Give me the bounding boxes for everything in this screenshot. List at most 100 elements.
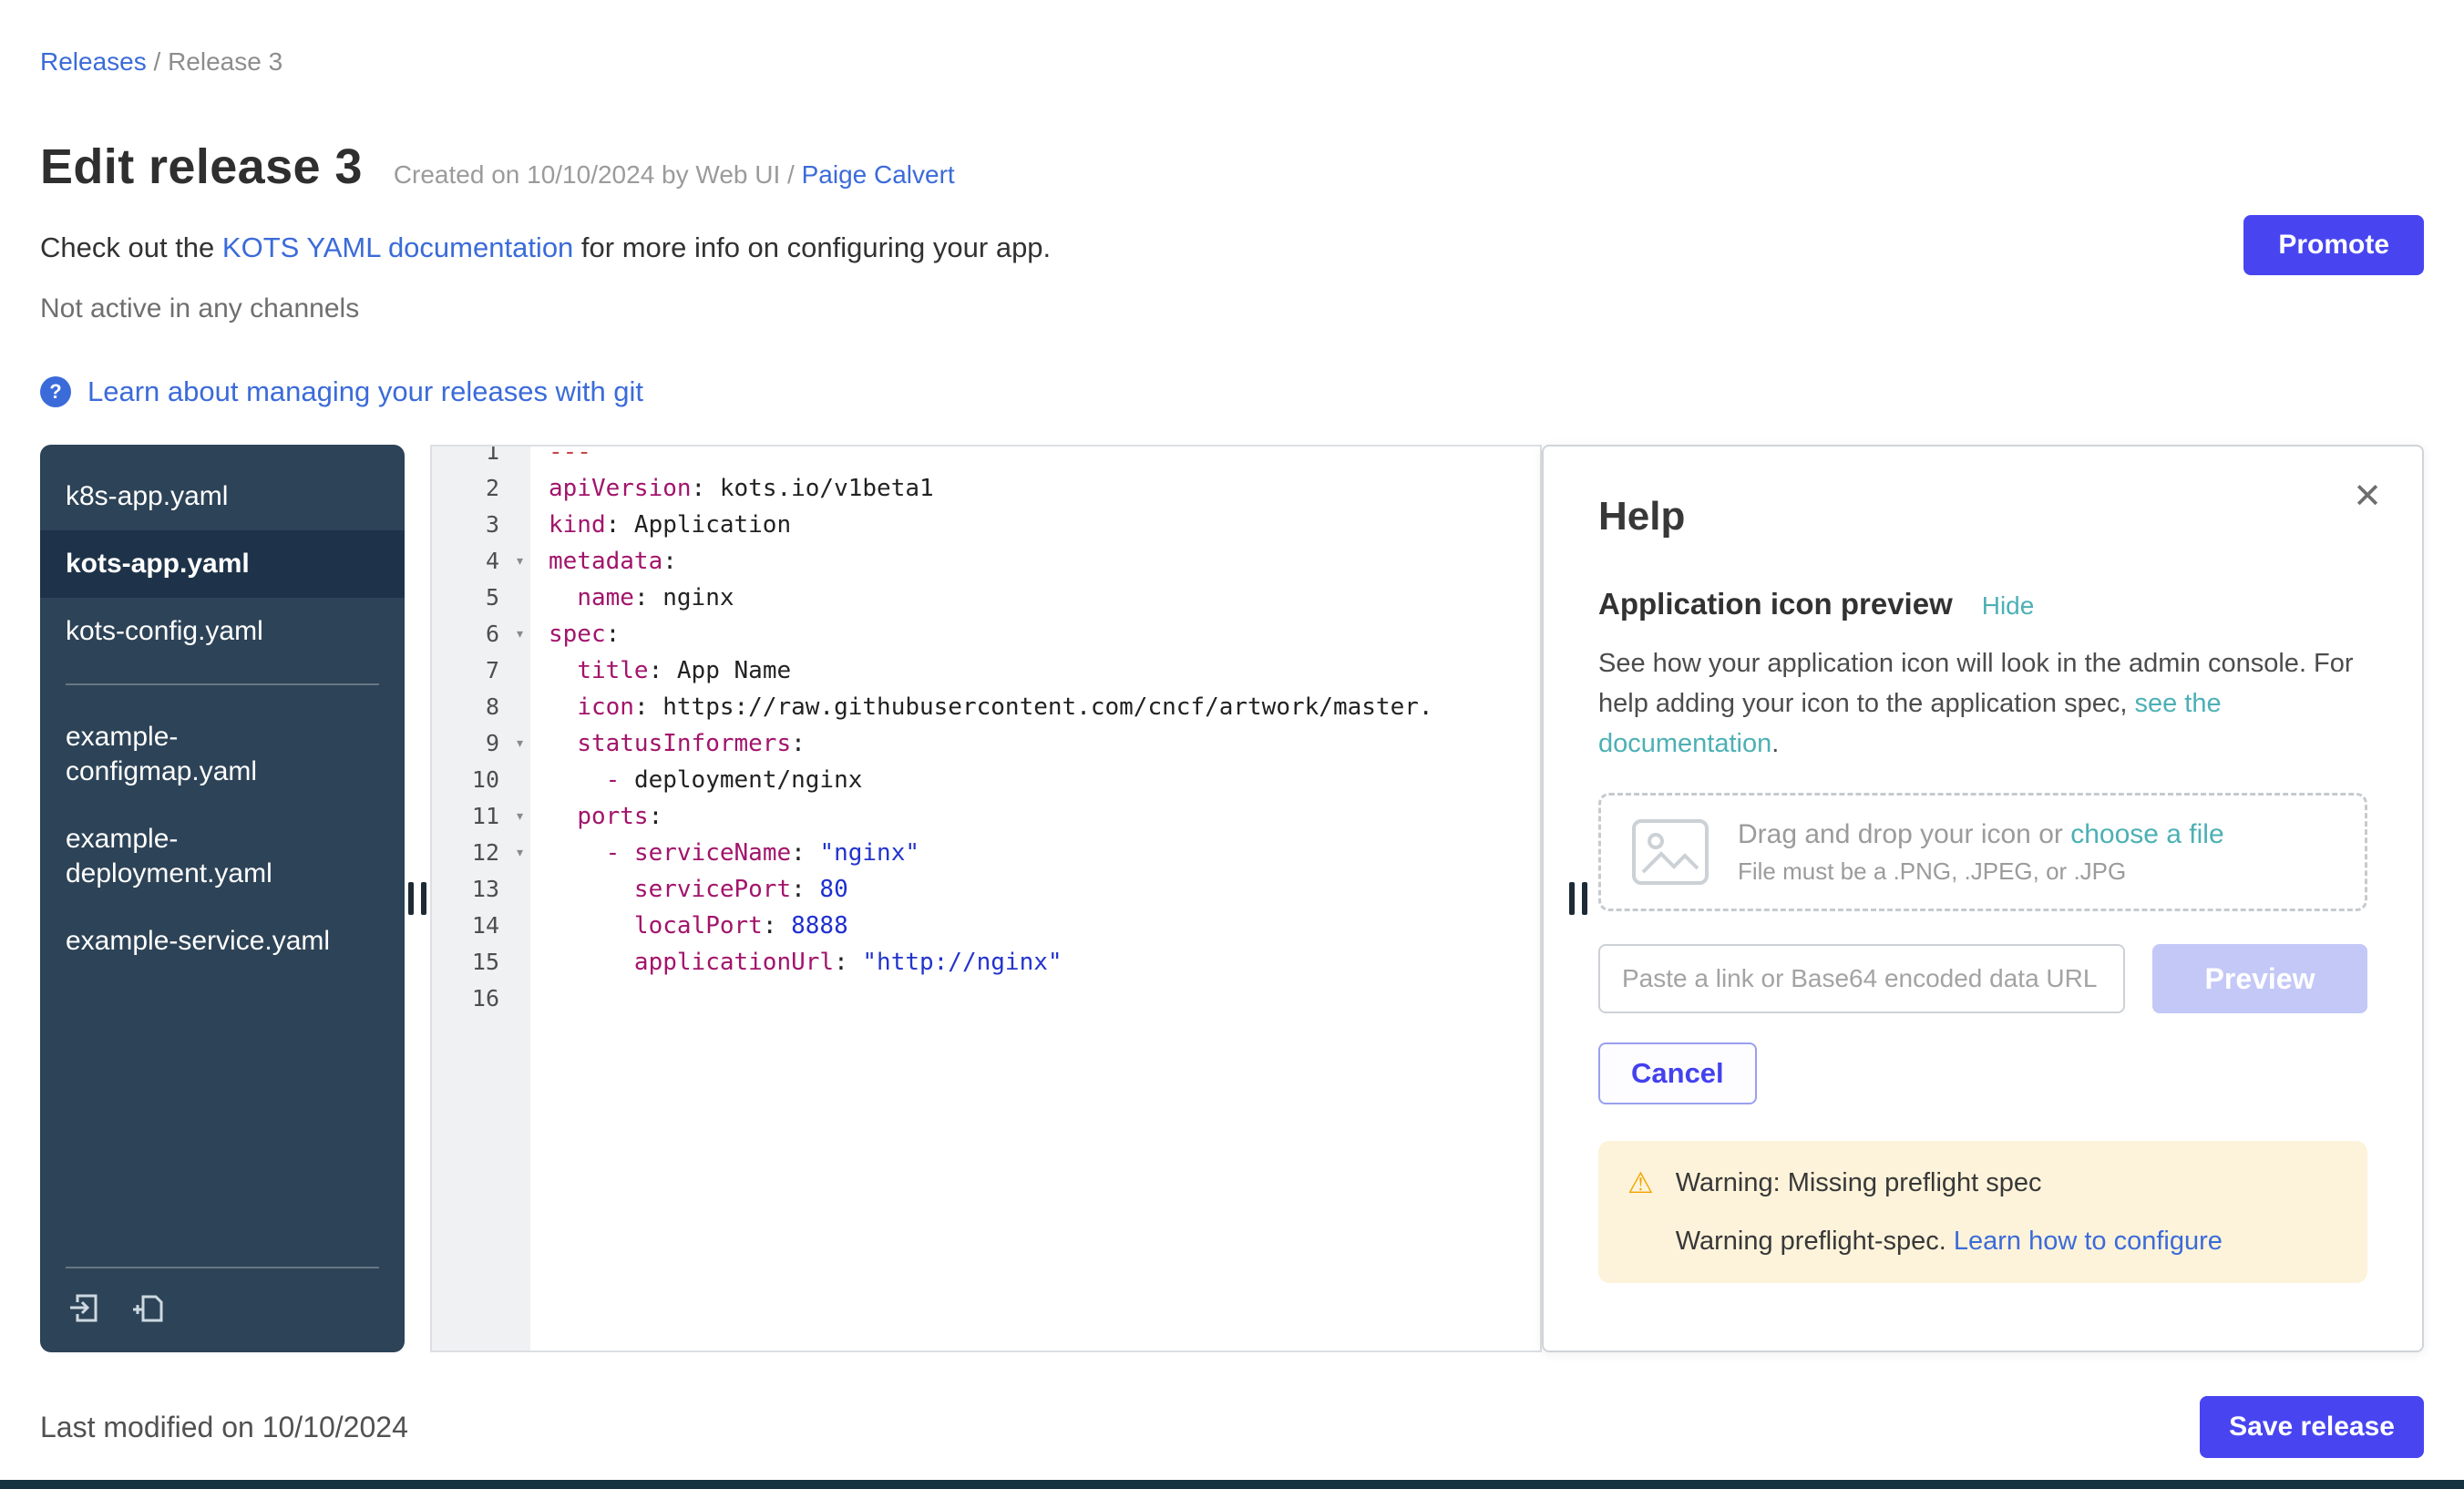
docs-row: Check out the KOTS YAML documentation fo…	[40, 231, 2424, 264]
code-line[interactable]: applicationUrl: "http://nginx"	[549, 944, 1540, 981]
help-panel-title: Help	[1598, 494, 2367, 539]
image-placeholder-icon	[1630, 817, 1710, 887]
breadcrumb-current: Release 3	[168, 47, 282, 76]
close-icon[interactable]: ✕	[2353, 479, 2382, 514]
code-fold-icon[interactable]: ▾	[515, 798, 525, 835]
gutter-line-number: 14	[432, 908, 530, 944]
sidebar-editor-gap	[405, 445, 430, 1352]
code-line[interactable]: spec:	[549, 616, 1540, 652]
code-line[interactable]: kind: Application	[549, 507, 1540, 543]
code-line[interactable]: ports:	[549, 798, 1540, 835]
docs-suffix: for more info on configuring your app.	[573, 231, 1051, 263]
code-line[interactable]: apiVersion: kots.io/v1beta1	[549, 470, 1540, 507]
page-title: Edit release 3	[40, 139, 363, 195]
file-tree-examples-list: example-configmap.yamlexample-deployment…	[40, 703, 405, 975]
learn-how-to-configure-link[interactable]: Learn how to configure	[1954, 1227, 2223, 1256]
file-tree-item[interactable]: example-configmap.yaml	[40, 703, 405, 806]
pane-resize-handle-right[interactable]	[1569, 882, 1587, 915]
gutter-line-number: 2	[432, 470, 530, 507]
file-tree-item[interactable]: example-service.yaml	[40, 908, 405, 975]
code-line[interactable]: ---	[549, 447, 1540, 470]
gutter-line-number: 3	[432, 507, 530, 543]
gutter-line-number: 1	[432, 447, 530, 470]
dropzone-file-types: File must be a .PNG, .JPEG, or .JPG	[1738, 857, 2224, 886]
created-meta: Created on 10/10/2024 by Web UI / Paige …	[394, 160, 955, 190]
gutter-line-number: 15	[432, 944, 530, 981]
code-line[interactable]	[549, 981, 1540, 1017]
title-row: Edit release 3 Created on 10/10/2024 by …	[40, 139, 2424, 195]
file-tree-primary-list: k8s-app.yamlkots-app.yamlkots-config.yam…	[40, 463, 405, 665]
warning-title: Warning: Missing preflight spec	[1676, 1165, 2223, 1201]
file-tree-item[interactable]: example-deployment.yaml	[40, 806, 405, 908]
gutter-line-number: 12▾	[432, 835, 530, 871]
file-tree: k8s-app.yamlkots-app.yamlkots-config.yam…	[40, 445, 405, 1352]
file-tree-footer	[40, 1267, 405, 1352]
gutter-line-number: 11▾	[432, 798, 530, 835]
editor-gutter: 1234▾56▾789▾1011▾12▾13141516	[432, 447, 530, 1350]
code-fold-icon[interactable]: ▾	[515, 616, 525, 652]
last-modified-text: Last modified on 10/10/2024	[40, 1411, 408, 1444]
gutter-line-number: 6▾	[432, 616, 530, 652]
code-line[interactable]: icon: https://raw.githubusercontent.com/…	[549, 689, 1540, 725]
editor-code-area[interactable]: ---apiVersion: kots.io/v1beta1kind: Appl…	[530, 447, 1540, 1350]
created-text: Created on 10/10/2024 by Web UI /	[394, 160, 795, 189]
cancel-button[interactable]: Cancel	[1598, 1042, 1757, 1104]
gutter-line-number: 16	[432, 981, 530, 1017]
code-line[interactable]: statusInformers:	[549, 725, 1540, 762]
code-line[interactable]: metadata:	[549, 543, 1540, 580]
gutter-line-number: 13	[432, 871, 530, 908]
git-releases-link[interactable]: Learn about managing your releases with …	[87, 375, 643, 408]
pane-resize-handle-left[interactable]	[408, 882, 426, 915]
breadcrumb-releases-link[interactable]: Releases	[40, 47, 147, 76]
import-file-icon[interactable]	[66, 1290, 102, 1327]
channel-status: Not active in any channels	[40, 293, 2424, 324]
code-line[interactable]: name: nginx	[549, 580, 1540, 616]
warning-icon: ⚠	[1627, 1165, 1654, 1259]
code-line[interactable]: - serviceName: "nginx"	[549, 835, 1540, 871]
breadcrumb-separator: /	[154, 47, 161, 76]
description-period: .	[1771, 729, 1779, 758]
docs-prefix: Check out the	[40, 231, 222, 263]
page-footer: Last modified on 10/10/2024 Save release	[40, 1396, 2424, 1458]
file-tree-item[interactable]: kots-app.yaml	[40, 530, 405, 598]
question-circle-icon[interactable]: ?	[40, 376, 71, 407]
code-line[interactable]: title: App Name	[549, 652, 1540, 689]
preview-button[interactable]: Preview	[2152, 944, 2367, 1013]
file-tree-divider	[66, 683, 379, 685]
description-text: See how your application icon will look …	[1598, 649, 2354, 718]
code-fold-icon[interactable]: ▾	[515, 543, 525, 580]
file-tree-item[interactable]: kots-config.yaml	[40, 598, 405, 665]
dropzone-text: Drag and drop your icon or	[1738, 819, 2070, 849]
code-line[interactable]: - deployment/nginx	[549, 762, 1540, 798]
code-editor[interactable]: 1234▾56▾789▾1011▾12▾13141516 ---apiVersi…	[430, 445, 1542, 1352]
new-file-icon[interactable]	[131, 1290, 168, 1327]
gutter-line-number: 5	[432, 580, 530, 616]
icon-preview-section-title: Application icon preview	[1598, 587, 1953, 621]
gutter-line-number: 4▾	[432, 543, 530, 580]
hide-link[interactable]: Hide	[1982, 591, 2035, 621]
code-line[interactable]: localPort: 8888	[549, 908, 1540, 944]
app-bottom-bar	[0, 1480, 2464, 1489]
code-fold-icon[interactable]: ▾	[515, 835, 525, 871]
gutter-line-number: 7	[432, 652, 530, 689]
preflight-warning-box: ⚠ Warning: Missing preflight spec Warnin…	[1598, 1141, 2367, 1283]
gutter-line-number: 10	[432, 762, 530, 798]
edit-release-page: Releases / Release 3 Edit release 3 Crea…	[0, 0, 2464, 1489]
code-line[interactable]: servicePort: 80	[549, 871, 1540, 908]
gutter-line-number: 8	[432, 689, 530, 725]
choose-file-link[interactable]: choose a file	[2070, 819, 2223, 849]
release-editor-workspace: k8s-app.yamlkots-app.yamlkots-config.yam…	[40, 445, 2424, 1352]
created-by-link[interactable]: Paige Calvert	[802, 160, 955, 189]
code-fold-icon[interactable]: ▾	[515, 725, 525, 762]
help-panel: ✕ Help Application icon preview Hide See…	[1542, 445, 2424, 1352]
kots-docs-link[interactable]: KOTS YAML documentation	[222, 231, 573, 263]
breadcrumb: Releases / Release 3	[40, 0, 2424, 77]
gutter-line-number: 9▾	[432, 725, 530, 762]
icon-preview-description: See how your application icon will look …	[1598, 643, 2367, 764]
promote-button[interactable]: Promote	[2243, 215, 2424, 275]
save-release-button[interactable]: Save release	[2200, 1396, 2424, 1458]
warning-text: Warning preflight-spec.	[1676, 1227, 1954, 1256]
icon-dropzone[interactable]: Drag and drop your icon or choose a file…	[1598, 793, 2367, 911]
file-tree-item[interactable]: k8s-app.yaml	[40, 463, 405, 530]
icon-url-input[interactable]	[1598, 944, 2125, 1013]
